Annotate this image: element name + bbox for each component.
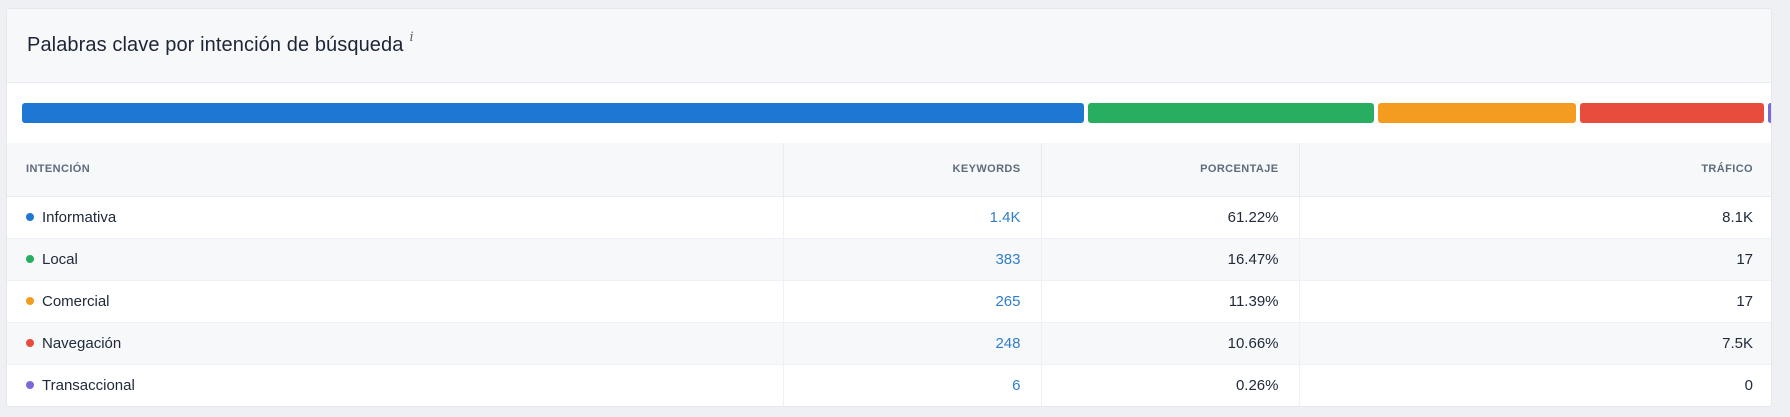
keywords-cell: 1.4K — [783, 196, 1042, 239]
distribution-segment-informativa[interactable] — [22, 103, 1085, 123]
column-header-intent[interactable]: INTENCIÓN — [7, 143, 784, 197]
keywords-count-link[interactable]: 6 — [1012, 377, 1020, 394]
percentage-cell: 0.26% — [1041, 364, 1300, 406]
intent-distribution-bar — [22, 103, 1771, 123]
intent-label: Informativa — [42, 208, 117, 226]
keywords-count-link[interactable]: 248 — [995, 335, 1020, 352]
traffic-cell: 7.5K — [1299, 322, 1771, 365]
card-header: Palabras clave por intención de búsqueda… — [7, 9, 1771, 83]
keywords-cell: 383 — [783, 238, 1042, 281]
intent-label: Comercial — [42, 292, 110, 310]
keywords-count-link[interactable]: 1.4K — [990, 209, 1021, 226]
traffic-cell: 8.1K — [1299, 196, 1771, 239]
intent-color-dot — [26, 338, 34, 347]
card-title: Palabras clave por intención de búsqueda — [27, 34, 404, 56]
keywords-cell: 248 — [783, 322, 1042, 365]
intent-card: Palabras clave por intención de búsqueda… — [6, 8, 1772, 407]
percentage-cell: 10.66% — [1041, 322, 1300, 365]
intent-label: Transaccional — [42, 376, 135, 394]
keywords-cell: 6 — [783, 364, 1042, 406]
table-row: Local 383 16.47% 17 — [7, 238, 1771, 281]
percentage-cell: 16.47% — [1041, 238, 1300, 281]
traffic-cell: 17 — [1299, 280, 1771, 323]
column-header-percentage[interactable]: PORCENTAJE — [1041, 143, 1300, 197]
intent-label: Local — [42, 250, 78, 268]
distribution-segment-navegación[interactable] — [1579, 103, 1765, 123]
intent-color-dot — [26, 380, 34, 389]
traffic-cell: 17 — [1299, 238, 1771, 281]
table-row: Comercial 265 11.39% 17 — [7, 280, 1771, 323]
distribution-segment-local[interactable] — [1088, 103, 1374, 123]
intent-cell: Navegación — [7, 322, 784, 365]
table-row: Navegación 248 10.66% 7.5K — [7, 322, 1771, 365]
column-header-keywords[interactable]: KEYWORDS — [783, 143, 1042, 197]
intent-cell: Informativa — [7, 196, 784, 239]
intent-color-dot — [26, 212, 34, 221]
keywords-cell: 265 — [783, 280, 1042, 323]
table-row: Transaccional 6 0.26% 0 — [7, 364, 1771, 406]
intent-cell: Transaccional — [7, 364, 784, 406]
table-row: Informativa 1.4K 61.22% 8.1K — [7, 196, 1771, 239]
percentage-cell: 61.22% — [1041, 196, 1300, 239]
keywords-count-link[interactable]: 383 — [995, 251, 1020, 268]
distribution-segment-comercial[interactable] — [1377, 103, 1576, 123]
intent-cell: Local — [7, 238, 784, 281]
intent-cell: Comercial — [7, 280, 784, 323]
traffic-cell: 0 — [1744, 376, 1753, 394]
keywords-count-link[interactable]: 265 — [995, 293, 1020, 310]
column-header-traffic[interactable]: TRÁFICO — [1299, 143, 1771, 197]
table-header-row: INTENCIÓN KEYWORDS PORCENTAJE TRÁFICO — [7, 143, 1771, 197]
percentage-cell: 11.39% — [1041, 280, 1300, 323]
intent-label: Navegación — [42, 334, 122, 352]
intent-color-dot — [26, 254, 34, 263]
info-icon[interactable]: i — [409, 30, 413, 45]
intent-table: INTENCIÓN KEYWORDS PORCENTAJE TRÁFICO In… — [7, 143, 1771, 406]
intent-color-dot — [26, 296, 34, 305]
distribution-segment-transaccional[interactable] — [1768, 103, 1771, 123]
